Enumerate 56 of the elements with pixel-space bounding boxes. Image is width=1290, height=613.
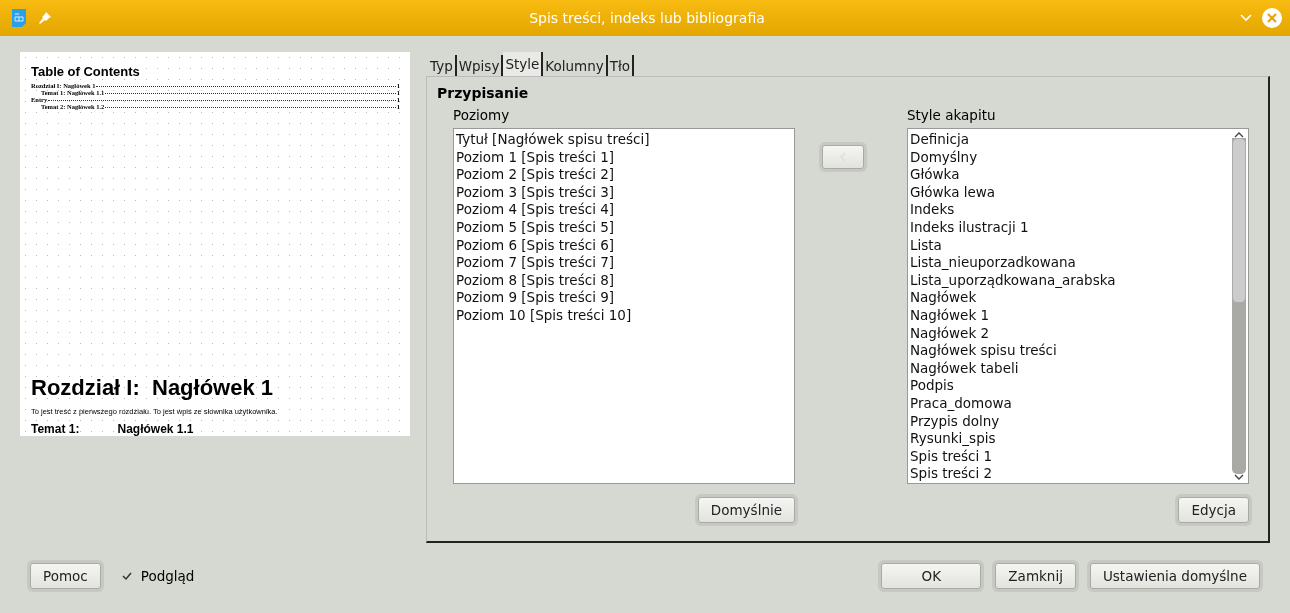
level-item[interactable]: Poziom 9 [Spis treści 9] [456, 289, 792, 307]
tab[interactable]: Style [503, 52, 544, 76]
style-item[interactable]: Podpis [910, 377, 1228, 395]
dialog-button[interactable]: OK [881, 563, 982, 589]
edit-button[interactable]: Edycja [1178, 497, 1249, 523]
styles-label: Style akapitu [906, 107, 997, 125]
checkbox-label[interactable]: Podgląd [140, 568, 195, 584]
level-item[interactable]: Poziom 8 [Spis treści 8] [456, 271, 792, 290]
dialog-button[interactable]: Zamknij [995, 563, 1076, 589]
style-item[interactable]: Lista_nieuporzadkowana [910, 254, 1228, 272]
style-item[interactable]: Główka [910, 166, 1228, 184]
document-icon [12, 9, 26, 27]
levels-list[interactable] [453, 128, 795, 484]
style-item[interactable]: Nagłówek 1 [910, 306, 1228, 325]
style-item[interactable]: Indeks [910, 201, 1228, 219]
style-item[interactable]: Nagłówek tabeli [910, 359, 1228, 378]
default-button[interactable]: Domyślnie [697, 497, 795, 523]
style-item[interactable]: Spis treści 1 [910, 447, 1228, 466]
level-item[interactable]: Poziom 3 [Spis treści 3] [456, 183, 792, 202]
level-item[interactable]: Poziom 2 [Spis treści 2] [456, 166, 792, 184]
level-item[interactable]: Poziom 5 [Spis treści 5] [456, 218, 792, 237]
section-title: Przypisanie [437, 85, 530, 101]
help-button[interactable]: Pomoc [30, 563, 101, 589]
level-item[interactable]: Poziom 10 [Spis treści 10] [456, 306, 792, 325]
level-item[interactable]: Tytuł [Nagłówek spisu treści] [456, 131, 792, 149]
style-item[interactable]: Domyślny [910, 148, 1228, 167]
level-item[interactable]: Poziom 1 [Spis treści 1] [456, 148, 792, 167]
style-item[interactable]: Definicja [910, 131, 1228, 149]
tab[interactable]: Tło [607, 55, 635, 76]
tab[interactable]: Typ [428, 55, 457, 76]
style-item[interactable]: Spis treści 2 [910, 465, 1228, 483]
preview-subheading: Nagłówek 1.1 [117, 422, 194, 436]
toc-title: Table of Contents [31, 64, 141, 79]
style-item[interactable]: Główka lewa [910, 183, 1228, 202]
scroll-down-icon[interactable] [1234, 474, 1244, 481]
dialog-button[interactable]: Ustawienia domyślne [1089, 563, 1260, 589]
window-title: Spis treści, indeks lub bibliografia [528, 10, 766, 26]
level-item[interactable]: Poziom 6 [Spis treści 6] [456, 236, 792, 255]
style-item[interactable]: Lista [910, 236, 1228, 255]
level-item[interactable]: Poziom 4 [Spis treści 4] [456, 201, 792, 219]
checkbox[interactable] [120, 570, 133, 582]
style-item[interactable]: Nagłówek [910, 289, 1228, 307]
paragraph-styles-list[interactable] [907, 128, 1249, 484]
style-item[interactable]: Nagłówek spisu treści [910, 342, 1228, 360]
style-item[interactable]: Lista_uporządkowana_arabska [910, 271, 1228, 290]
style-item[interactable]: Rysunki_spis [910, 430, 1228, 448]
style-item[interactable]: Nagłówek 2 [910, 324, 1228, 343]
style-item[interactable]: Przypis dolny [910, 412, 1228, 431]
scroll-up-icon[interactable] [1234, 131, 1244, 138]
style-item[interactable]: Indeks ilustracji 1 [910, 218, 1228, 237]
preview-subheading-number: Temat 1: [31, 422, 80, 436]
levels-label: Poziomy [452, 107, 511, 125]
tab[interactable]: Kolumny [543, 55, 608, 76]
preview-heading: Rozdział I: Nagłówek 1 [31, 375, 275, 401]
level-item[interactable]: Poziom 7 [Spis treści 7] [456, 254, 792, 272]
style-item[interactable]: Praca_domowa [910, 394, 1228, 413]
